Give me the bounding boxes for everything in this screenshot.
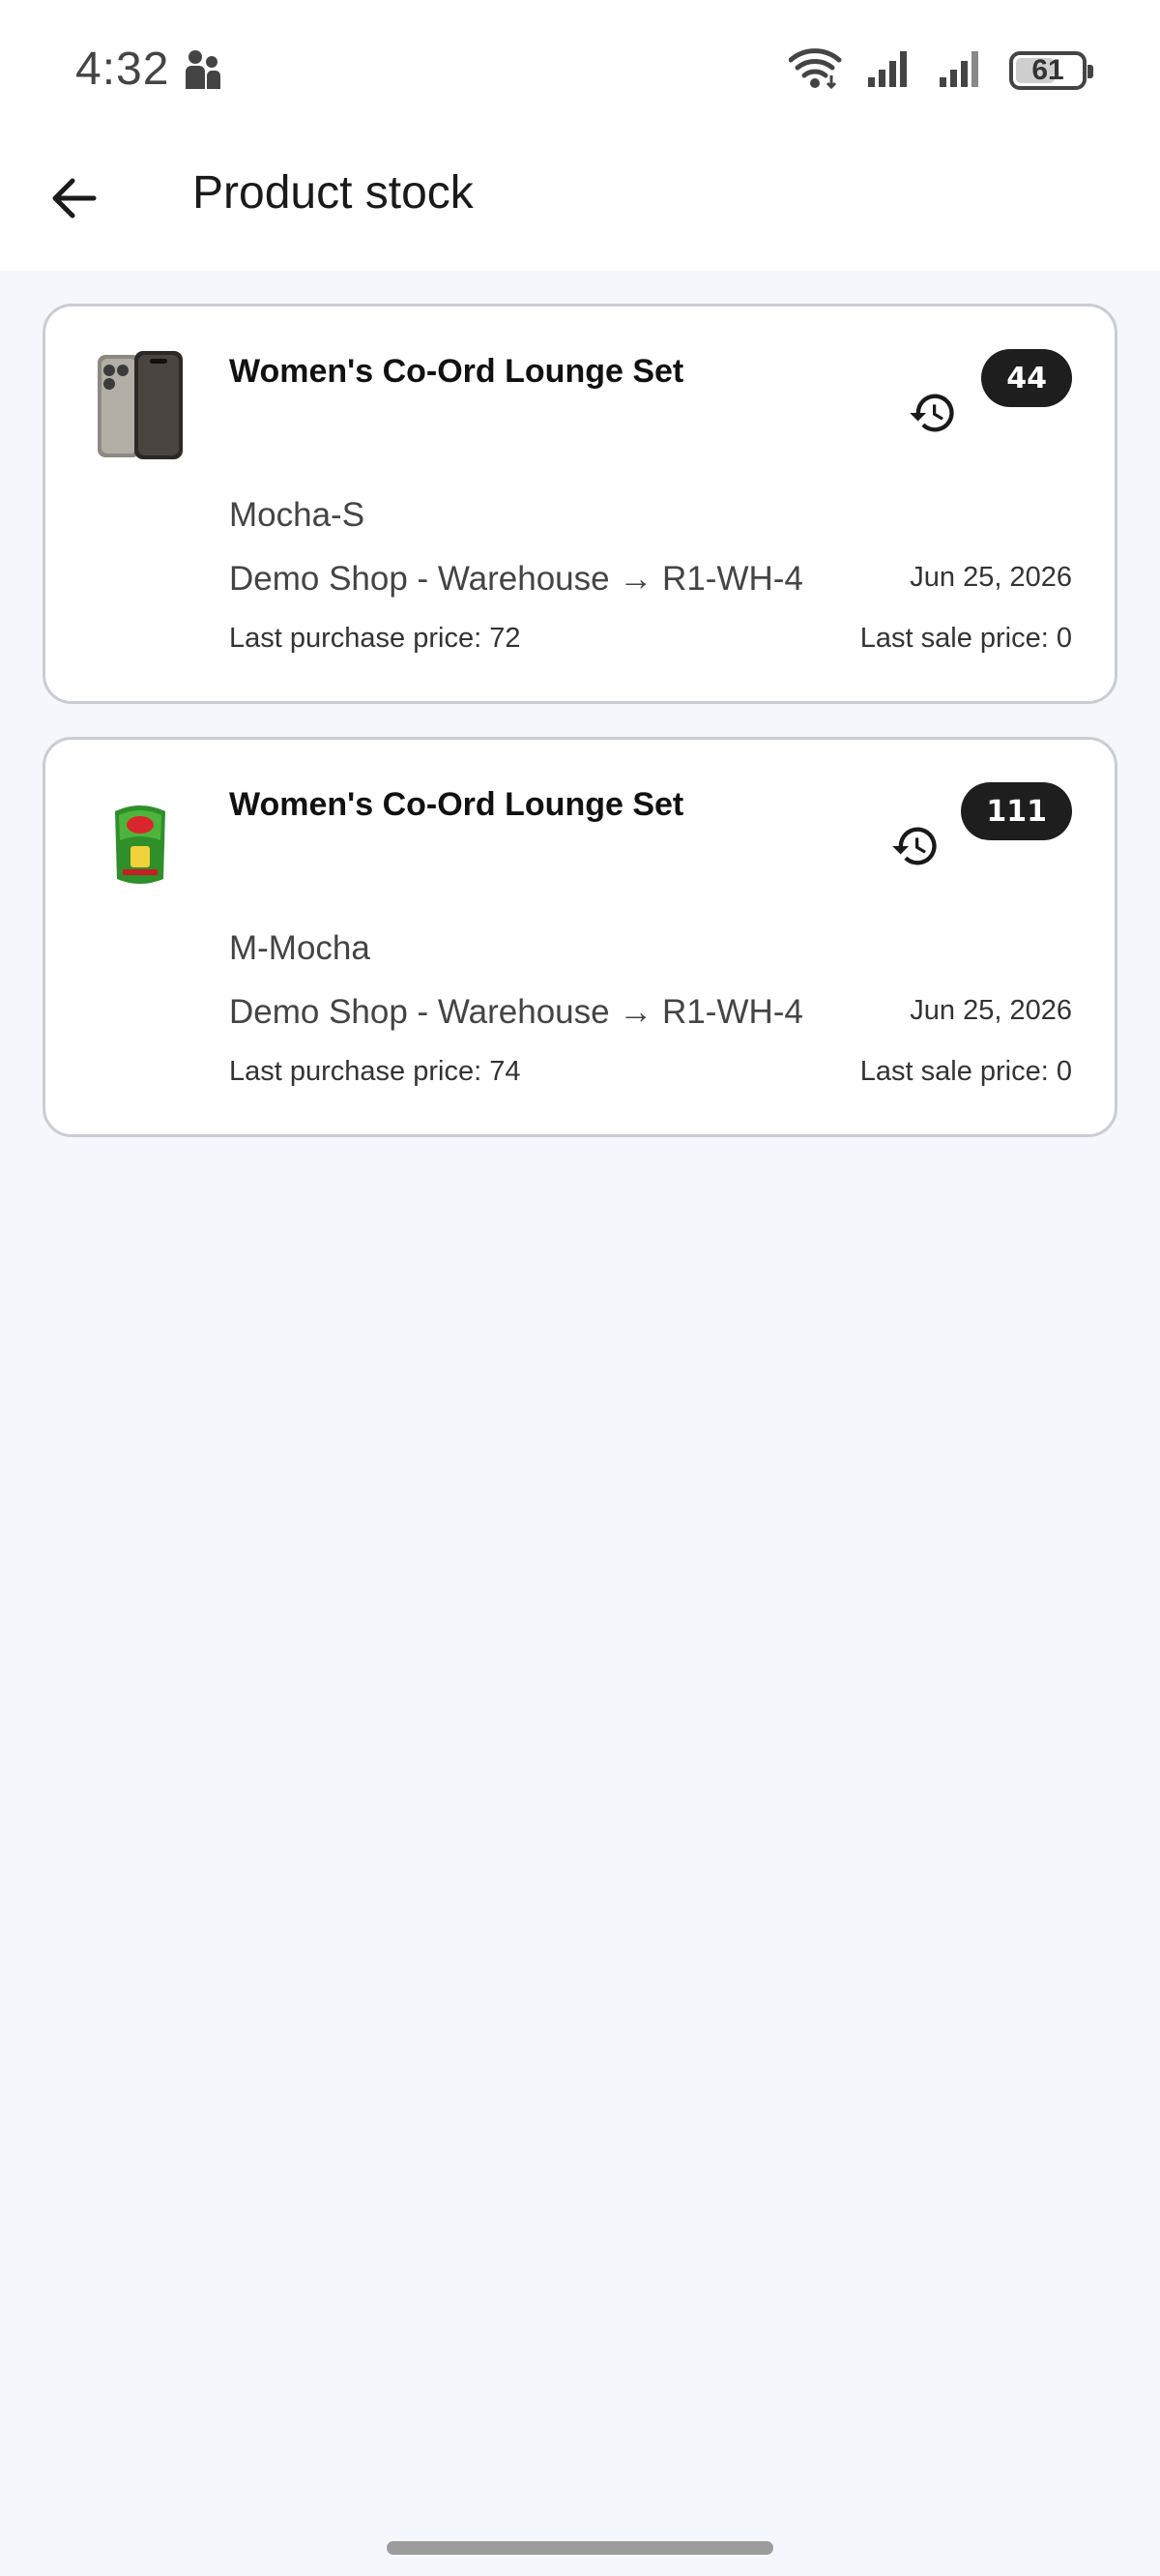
arrow-back-icon (52, 178, 97, 219)
green-package-product-image (94, 782, 187, 896)
date-label: Jun 25, 2026 (910, 995, 1072, 1026)
quantity-badge: 44 (981, 349, 1072, 407)
wifi-icon (788, 46, 843, 94)
stock-card[interactable]: Women's Co-Ord Lounge Set 44 Mocha-S Dem… (43, 304, 1117, 704)
history-icon (910, 394, 954, 432)
location-label: Demo Shop - Warehouse → R1-WH-4 (229, 993, 803, 1031)
last-purchase-price: Last purchase price: 74 (229, 1056, 521, 1087)
status-bar: 4:32 61 (0, 0, 1160, 145)
phone-product-image (94, 349, 187, 463)
signal-icon-2 (938, 46, 986, 94)
battery-icon: 61 (1009, 50, 1093, 90)
stock-card[interactable]: Women's Co-Ord Lounge Set 111 M-Mocha De… (43, 737, 1117, 1137)
home-indicator[interactable] (387, 2541, 773, 2555)
product-name: Women's Co-Ord Lounge Set (229, 786, 684, 823)
variant-label: Mocha-S (229, 496, 365, 534)
history-button[interactable] (888, 819, 942, 873)
last-purchase-price: Last purchase price: 72 (229, 623, 521, 654)
location-label: Demo Shop - Warehouse → R1-WH-4 (229, 560, 803, 598)
variant-label: M-Mocha (229, 929, 370, 967)
status-time: 4:32 (75, 44, 170, 95)
product-name: Women's Co-Ord Lounge Set (229, 353, 684, 390)
page-title: Product stock (192, 167, 474, 219)
app-bar: Product stock (0, 145, 1160, 271)
signal-icon (866, 46, 914, 94)
last-sale-price: Last sale price: 0 (859, 1056, 1072, 1087)
quantity-badge: 111 (961, 782, 1072, 840)
last-sale-price: Last sale price: 0 (859, 623, 1072, 654)
history-icon (892, 827, 937, 865)
people-icon (184, 48, 222, 96)
battery-level: 61 (1031, 53, 1064, 86)
back-button[interactable] (43, 166, 106, 230)
date-label: Jun 25, 2026 (910, 562, 1072, 593)
product-stock-list: Women's Co-Ord Lounge Set 44 Mocha-S Dem… (43, 304, 1117, 1170)
battery-nub (1088, 64, 1093, 78)
history-button[interactable] (906, 386, 960, 440)
